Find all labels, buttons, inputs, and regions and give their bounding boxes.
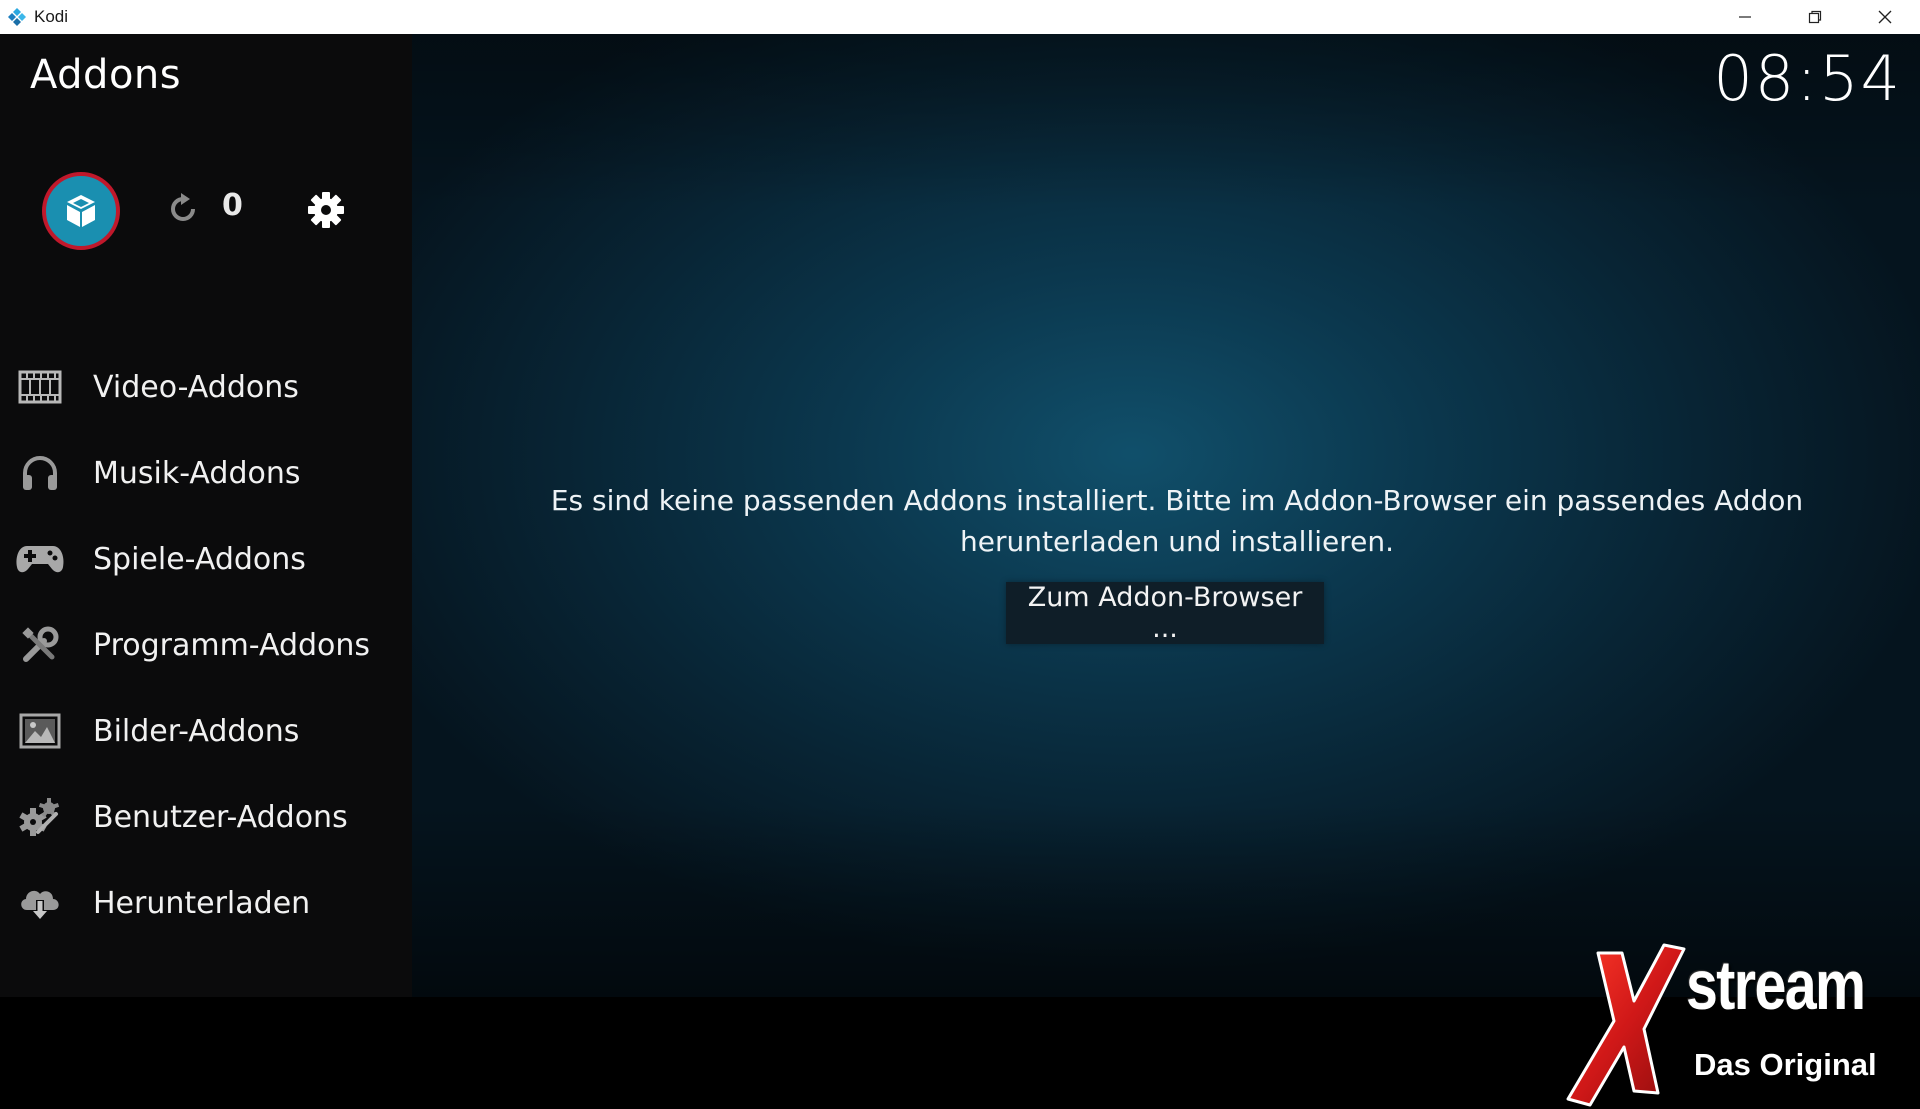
clock: 08:54: [1713, 42, 1902, 115]
user-gears-icon: [0, 774, 80, 860]
restore-button[interactable]: [1780, 0, 1850, 34]
film-strip-icon: [0, 344, 80, 430]
toolbar: 0: [42, 172, 382, 252]
kodi-app: Es sind keine passenden Addons installie…: [0, 34, 1920, 1107]
headphones-icon: [0, 430, 80, 516]
close-button[interactable]: [1850, 0, 1920, 34]
sidebar-item-label: Musik-Addons: [93, 455, 301, 491]
sidebar: Addons 0 Video-Addons Musik-Addons Spiel…: [0, 34, 412, 997]
window-title: Kodi: [34, 7, 69, 26]
sidebar-item-download[interactable]: Herunterladen: [0, 860, 412, 946]
picture-icon: [0, 688, 80, 774]
sidebar-item-picture-addons[interactable]: Bilder-Addons: [0, 688, 412, 774]
message-line-1: Es sind keine passenden Addons installie…: [550, 484, 1804, 517]
sidebar-item-video-addons[interactable]: Video-Addons: [0, 344, 412, 430]
empty-state-message: Es sind keine passenden Addons installie…: [512, 480, 1842, 562]
logo-subtitle: Das Original: [1694, 1047, 1877, 1082]
kodi-logo-icon: [0, 0, 34, 34]
sidebar-item-program-addons[interactable]: Programm-Addons: [0, 602, 412, 688]
sidebar-item-label: Benutzer-Addons: [93, 799, 348, 835]
message-line-2: herunterladen und installieren.: [959, 525, 1395, 558]
addon-browser-shortcut[interactable]: [42, 172, 120, 250]
addon-category-menu: Video-Addons Musik-Addons Spiele-Addons …: [0, 344, 412, 946]
minimize-icon: [1739, 16, 1751, 18]
sidebar-item-game-addons[interactable]: Spiele-Addons: [0, 516, 412, 602]
refresh-icon: [171, 193, 195, 221]
sidebar-item-label: Video-Addons: [93, 369, 299, 405]
update-count: 0: [222, 188, 243, 223]
tools-icon: [0, 602, 80, 688]
cloud-download-icon: [0, 860, 80, 946]
close-icon: [1878, 10, 1892, 24]
sidebar-item-label: Herunterladen: [93, 885, 311, 921]
window-title-bar: Kodi: [0, 0, 1920, 34]
sidebar-item-music-addons[interactable]: Musik-Addons: [0, 430, 412, 516]
settings-button[interactable]: [306, 190, 346, 234]
xstream-watermark-logo: X stream Das Original: [1560, 939, 1900, 1109]
minimize-button[interactable]: [1710, 0, 1780, 34]
sidebar-item-label: Programm-Addons: [93, 627, 371, 663]
open-box-icon: [67, 195, 95, 227]
logo-word: stream: [1686, 946, 1866, 1024]
sidebar-item-label: Spiele-Addons: [93, 541, 306, 577]
sidebar-item-label: Bilder-Addons: [93, 713, 300, 749]
xstream-x-logo-icon: X: [1566, 943, 1686, 1107]
sidebar-item-user-addons[interactable]: Benutzer-Addons: [0, 774, 412, 860]
page-title: Addons: [30, 52, 182, 98]
gamepad-icon: [0, 516, 80, 602]
update-button[interactable]: [166, 192, 200, 230]
main-content: Es sind keine passenden Addons installie…: [412, 34, 1920, 997]
addon-browser-button[interactable]: Zum Addon-Browser ...: [1006, 582, 1324, 644]
window-controls: [1710, 0, 1920, 34]
gear-icon: [308, 192, 344, 228]
restore-icon: [1808, 10, 1822, 24]
